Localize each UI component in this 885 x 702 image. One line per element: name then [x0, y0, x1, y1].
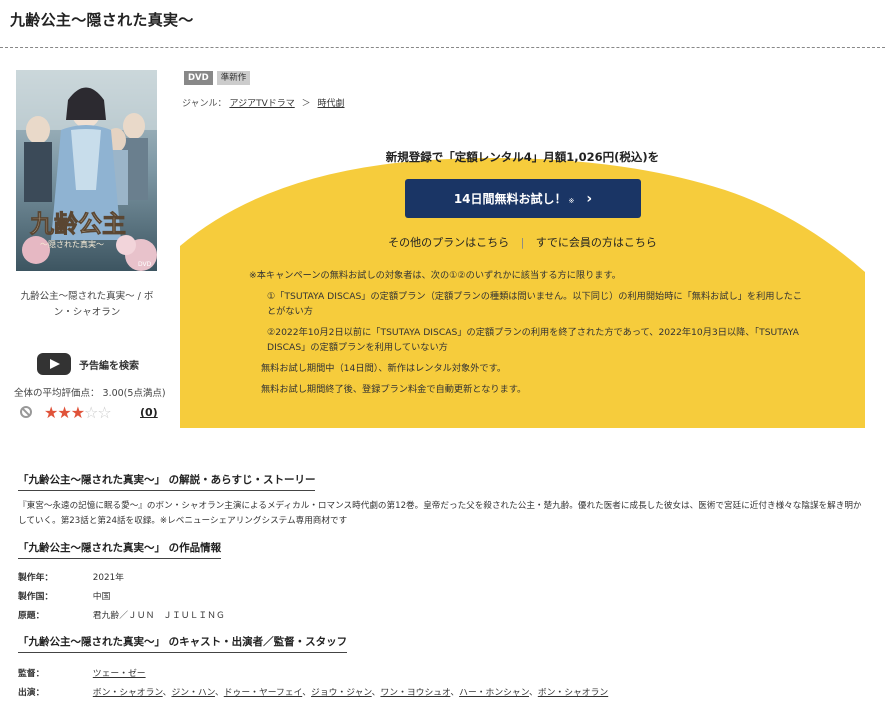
info-row-cast: 出演： ボン・シャオラン、ジン・ハン、ドゥー・ヤーフェイ、ジョウ・ジャン、ワン・… [18, 685, 608, 698]
free-trial-note-mark: ※ [568, 197, 575, 205]
cast-member-link[interactable]: ジョウ・ジャン [311, 688, 372, 698]
genre-link-period-drama[interactable]: 時代劇 [318, 99, 345, 109]
note-trial-period: 無料お試し期間中（14日間）、新作はレンタル対象外です。 [261, 363, 507, 374]
info-row-director: 監督： ツェー・ゼー [18, 666, 146, 679]
genre-link-asian-tv-drama[interactable]: アジアTVドラマ [229, 99, 294, 109]
cast-heading: 「九齢公主〜隠された真実〜」 のキャスト・出演者／監督・スタッフ [18, 634, 348, 653]
genre-separator: ＞ [301, 99, 311, 109]
svg-text:DVD: DVD [138, 261, 152, 268]
cast-member-link[interactable]: ジン・ハン [171, 688, 214, 698]
cast-separator: 、 [529, 688, 538, 698]
info-row-country: 製作国： 中国 [18, 589, 110, 602]
genre-breadcrumb: ジャンル： アジアTVドラマ ＞ 時代劇 [182, 96, 345, 109]
info-row-year: 製作年： 2021年 [18, 570, 124, 583]
review-count-link[interactable]: (0) [140, 406, 158, 419]
cast-separator: 、 [450, 688, 460, 698]
note-eligibility: ※本キャンペーンの無料お試しの対象者は、次の①②のいずれかに該当する方に限ります… [249, 270, 621, 281]
promo-headline: 新規登録で「定額レンタル4」月額1,026円(税込)を [385, 150, 660, 164]
average-rating: 全体の平均評価点： 3.00(5点満点) [14, 388, 166, 399]
jacket-caption: 九齢公主〜隠された真実〜 / ボン・シャオラン [20, 291, 154, 318]
chevron-right-icon: › [586, 190, 593, 207]
trailer-search-button[interactable]: 予告編を検索 [37, 353, 157, 375]
prohibited-icon[interactable] [20, 406, 32, 418]
campaign-notes: ※本キャンペーンの無料お試しの対象者は、次の①②のいずれかに該当する方に限ります… [249, 268, 809, 403]
work-info-heading: 「九齢公主〜隠された真実〜」 の作品情報 [18, 540, 222, 559]
note-condition-2: ②2022年10月2日以前に「TSUTAYA DISCAS」の定額プランの利用を… [267, 327, 799, 353]
director-label: 監督： [18, 669, 45, 679]
synopsis-heading: 「九齢公主〜隠された真実〜」 の解説・あらすじ・ストーリー [18, 472, 316, 491]
cast-member-link[interactable]: ワン・ヨウシュオ [380, 688, 450, 698]
cast-member-link[interactable]: ボン・シャオラン [538, 688, 608, 698]
star-filled-icon: ★ [57, 403, 71, 422]
play-icon [37, 353, 71, 375]
info-row-original-title: 原題： 君九齢／ＪＵＮ ＪＩＵＬＩＮＧ [18, 608, 225, 621]
cast-label: 出演： [18, 688, 45, 698]
cast-member-link[interactable]: ドゥー・ヤーフェイ [224, 688, 302, 698]
cast-list: ボン・シャオラン、ジン・ハン、ドゥー・ヤーフェイ、ジョウ・ジャン、ワン・ヨウシュ… [93, 688, 608, 698]
rating-row: ★★★☆☆ (0) [18, 403, 158, 423]
trailer-label: 予告編を検索 [79, 360, 139, 372]
member-login-link[interactable]: すでに会員の方はこちら [536, 236, 657, 249]
badge-semi-new: 準新作 [216, 71, 251, 85]
original-title-value: 君九齢／ＪＵＮ ＪＩＵＬＩＮＧ [92, 611, 225, 621]
jacket-title: 九齢公主 [29, 209, 126, 238]
star-empty-icon: ☆ [97, 403, 111, 422]
format-badges: DVD 準新作 [184, 71, 251, 85]
star-filled-icon: ★ [70, 403, 85, 422]
cast-separator: 、 [302, 688, 312, 698]
plan-links: その他のプランはこちら | すでに会員の方はこちら [180, 234, 865, 250]
star-empty-icon: ☆ [84, 403, 98, 422]
cast-member-link[interactable]: ボン・シャオラン [93, 688, 163, 698]
jacket-subtitle: 〜隠された真実〜 [40, 239, 104, 249]
note-auto-renew: 無料お試し期間終了後、登録プラン料金で自動更新となります。 [261, 384, 527, 395]
rating-stars: ★★★☆☆ [44, 403, 112, 422]
country-value: 中国 [92, 592, 111, 602]
free-trial-label: 14日間無料お試し！ [453, 192, 567, 206]
year-label: 製作年： [18, 573, 54, 583]
star-filled-icon: ★ [44, 403, 58, 422]
director-link[interactable]: ツェー・ゼー [93, 669, 146, 679]
genre-label: ジャンル： [182, 99, 227, 109]
badge-dvd: DVD [184, 71, 213, 85]
page-title: 九齢公主〜隠された真実〜 [10, 11, 194, 29]
link-divider: | [520, 236, 525, 249]
original-title-label: 原題： [18, 611, 45, 621]
synopsis-text: 『東宮〜永遠の記憶に眠る愛〜』のボン・シャオラン主演によるメディカル・ロマンス時… [18, 501, 862, 526]
title-divider [0, 47, 885, 48]
cast-member-link[interactable]: ハー・ホンシャン [459, 688, 529, 698]
year-value: 2021年 [92, 573, 124, 583]
note-condition-1: ①「TSUTAYA DISCAS」の定額プラン（定額プランの種類は問いません。以… [267, 291, 803, 317]
country-label: 製作国： [18, 592, 54, 602]
free-trial-button[interactable]: 14日間無料お試し！ ※ › [405, 179, 641, 218]
other-plans-link[interactable]: その他のプランはこちら [388, 236, 509, 249]
dvd-jacket-image[interactable]: 九齢公主 〜隠された真実〜 DVD [16, 70, 157, 271]
cast-separator: 、 [214, 688, 224, 698]
